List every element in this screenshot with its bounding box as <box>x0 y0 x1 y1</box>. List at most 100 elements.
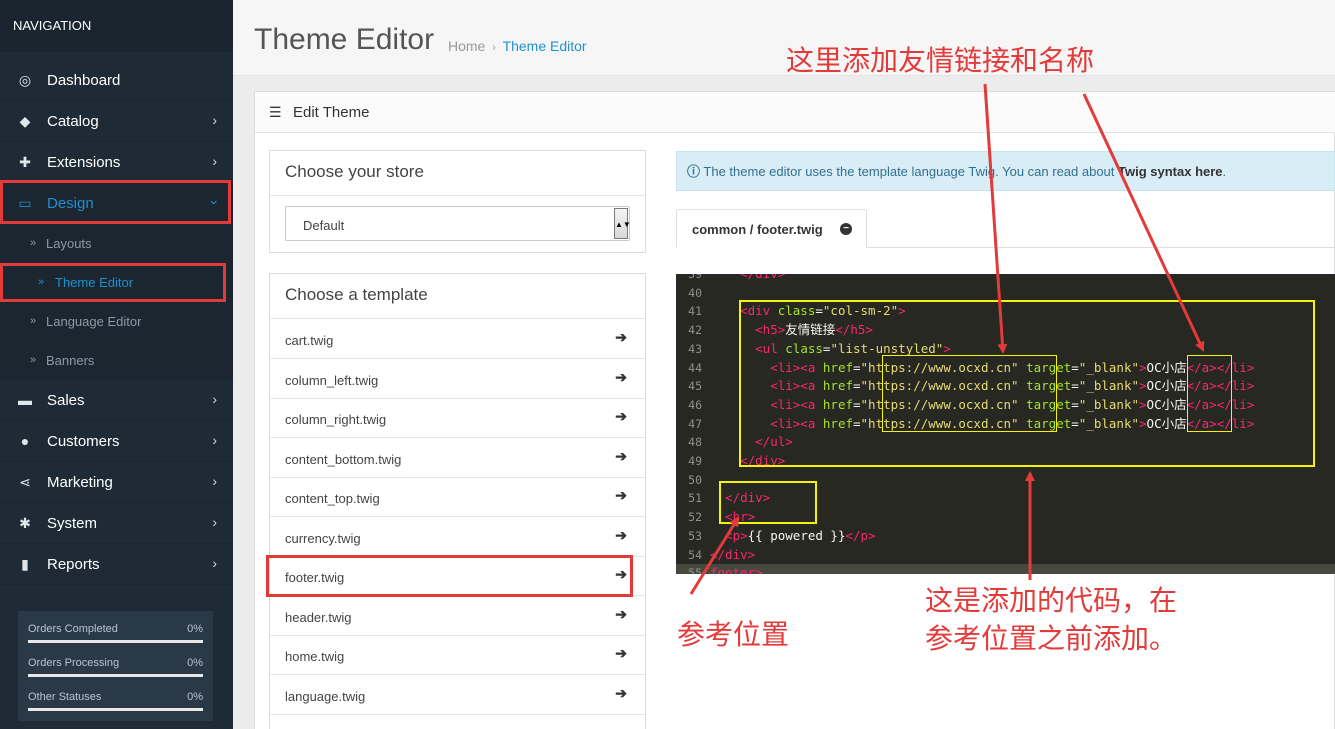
stat-other-statuses: Other Statuses 0% <box>28 691 203 711</box>
code-token: {{ powered }} <box>747 527 846 543</box>
store-box: Choose your store Default ▲▼ <box>269 150 646 253</box>
line-code: </div> <box>710 274 785 284</box>
stat-progress-bar <box>28 674 203 677</box>
sidebar-subitem-label: Language Editor <box>46 314 142 329</box>
template-name: cart.twig <box>285 333 334 348</box>
annotation-highlight-urls <box>882 355 1057 432</box>
sidebar-item-reports[interactable]: ▮ Reports › <box>0 544 233 585</box>
stat-percent: 0% <box>187 691 203 703</box>
info-text: The theme editor uses the template langu… <box>703 164 1119 179</box>
info-alert: ⓘ The theme editor uses the template lan… <box>676 151 1335 191</box>
annotation-bottom-line2: 参考位置之前添加。 <box>925 623 1178 654</box>
line-number: 49 <box>688 454 702 468</box>
template-name: content_top.twig <box>285 491 380 506</box>
line-number: 50 <box>688 472 702 487</box>
breadcrumb: Home › Theme Editor <box>448 37 587 57</box>
sidebar-subitem-layouts[interactable]: » Layouts <box>0 224 233 263</box>
store-heading: Choose your store <box>270 151 645 196</box>
line-number: 55 <box>688 566 702 574</box>
template-name: content_bottom.twig <box>285 452 402 467</box>
template-item-currency[interactable]: currency.twig ➔ <box>270 517 645 557</box>
page-header: Theme Editor Home › Theme Editor <box>233 0 1335 76</box>
order-stats: Orders Completed 0% Orders Processing 0%… <box>18 611 213 721</box>
chevron-right-icon: › <box>212 391 217 407</box>
dropdown-arrow-icon: ▲▼ <box>614 208 631 239</box>
arrow-right-icon: ➔ <box>615 448 627 464</box>
list-icon: ☰ <box>269 104 282 120</box>
arrow-right-icon: ➔ <box>615 606 627 622</box>
code-token: <p> <box>710 527 748 543</box>
sidebar-subitem-banners[interactable]: » Banners <box>0 341 233 380</box>
sidebar-item-extensions[interactable]: ✚ Extensions › <box>0 142 233 183</box>
breadcrumb-home[interactable]: Home <box>448 38 485 54</box>
chevron-right-icon: › <box>212 473 217 489</box>
breadcrumb-separator: › <box>492 42 496 54</box>
sidebar-item-customers[interactable]: ● Customers › <box>0 421 233 462</box>
stat-progress-bar <box>28 708 203 711</box>
line-number: 52 <box>688 510 702 525</box>
template-name: language.twig <box>285 689 366 704</box>
line-code: </div> <box>710 546 755 565</box>
code-token: footer> <box>710 565 763 574</box>
template-item-column-right[interactable]: column_right.twig ➔ <box>270 398 645 438</box>
template-item-language[interactable]: language.twig ➔ <box>270 675 645 715</box>
template-item-home[interactable]: home.twig ➔ <box>270 635 645 675</box>
sidebar-subitem-label: Layouts <box>46 236 92 251</box>
sidebar-item-label: System <box>47 515 98 532</box>
store-select[interactable]: Default ▲▼ <box>285 206 631 241</box>
bar-chart-icon: ▮ <box>21 556 29 572</box>
chevron-right-icon: › <box>212 514 217 530</box>
annotation-highlight-theme-editor <box>0 263 226 302</box>
twig-syntax-link[interactable]: Twig syntax here <box>1118 164 1223 179</box>
line-number: 51 <box>688 491 702 506</box>
cart-icon: ▬ <box>18 392 32 408</box>
editor-tab[interactable]: common / footer.twig − <box>676 209 867 248</box>
sidebar-item-sales[interactable]: ▬ Sales › <box>0 380 233 421</box>
stat-progress-bar <box>28 640 203 643</box>
arrow-right-icon: ➔ <box>615 487 627 503</box>
sidebar-subitem-label: Banners <box>46 353 95 368</box>
breadcrumb-current[interactable]: Theme Editor <box>503 38 587 54</box>
template-box: Choose a template cart.twig ➔ column_lef… <box>269 273 646 729</box>
line-number: 42 <box>688 323 702 338</box>
chevron-right-icon: › <box>212 555 217 571</box>
arrow-right-icon: ➔ <box>615 369 627 385</box>
code-line[interactable]: 55 footer> <box>676 564 1335 574</box>
arrow-right-icon: ➔ <box>615 408 627 424</box>
template-name: home.twig <box>285 649 345 664</box>
template-item-cart[interactable]: cart.twig ➔ <box>270 319 645 359</box>
panel-heading: ☰ Edit Theme <box>255 92 1335 133</box>
template-item-content-top[interactable]: content_top.twig ➔ <box>270 477 645 517</box>
dashboard-icon: ◎ <box>18 72 32 88</box>
template-item-content-bottom[interactable]: content_bottom.twig ➔ <box>270 438 645 478</box>
sidebar-item-marketing[interactable]: ⋖ Marketing › <box>0 462 233 503</box>
code-token: </div> <box>710 546 756 562</box>
code-line[interactable]: 54 </div> <box>676 546 1335 565</box>
share-icon: ⋖ <box>19 474 31 490</box>
tag-icon: ◆ <box>19 113 31 129</box>
arrow-right-icon: ➔ <box>615 685 627 701</box>
annotation-bottom-line1: 这是添加的代码，在 <box>925 585 1178 616</box>
template-heading: Choose a template <box>270 274 645 319</box>
stat-orders-completed: Orders Completed 0% <box>28 623 203 643</box>
sidebar-item-catalog[interactable]: ◆ Catalog › <box>0 101 233 142</box>
template-name: column_left.twig <box>285 373 379 388</box>
sidebar-subitem-language-editor[interactable]: » Language Editor <box>0 302 233 341</box>
line-number: 45 <box>688 379 702 394</box>
stat-percent: 0% <box>187 657 203 669</box>
sidebar-item-dashboard[interactable]: ◎ Dashboard <box>0 60 233 101</box>
annotation-highlight-design <box>0 180 231 224</box>
sidebar-item-label: Catalog <box>47 113 99 130</box>
template-item-header[interactable]: header.twig ➔ <box>270 596 645 636</box>
sidebar: NAVIGATION ◎ Dashboard ◆ Catalog › ✚ Ext… <box>0 0 233 729</box>
annotation-highlight-reference <box>719 481 817 524</box>
stat-orders-processing: Orders Processing 0% <box>28 657 203 677</box>
template-item-column-left[interactable]: column_left.twig ➔ <box>270 359 645 399</box>
code-line[interactable]: 53 <p>{{ powered }}</p> <box>676 527 1335 546</box>
close-tab-icon[interactable]: − <box>840 223 852 235</box>
chevron-right-icon: › <box>212 432 217 448</box>
sidebar-item-system[interactable]: ✱ System › <box>0 503 233 544</box>
code-line[interactable]: 39 </div> <box>676 274 1335 284</box>
line-number: 48 <box>688 435 702 450</box>
page-title: Theme Editor <box>254 23 435 56</box>
